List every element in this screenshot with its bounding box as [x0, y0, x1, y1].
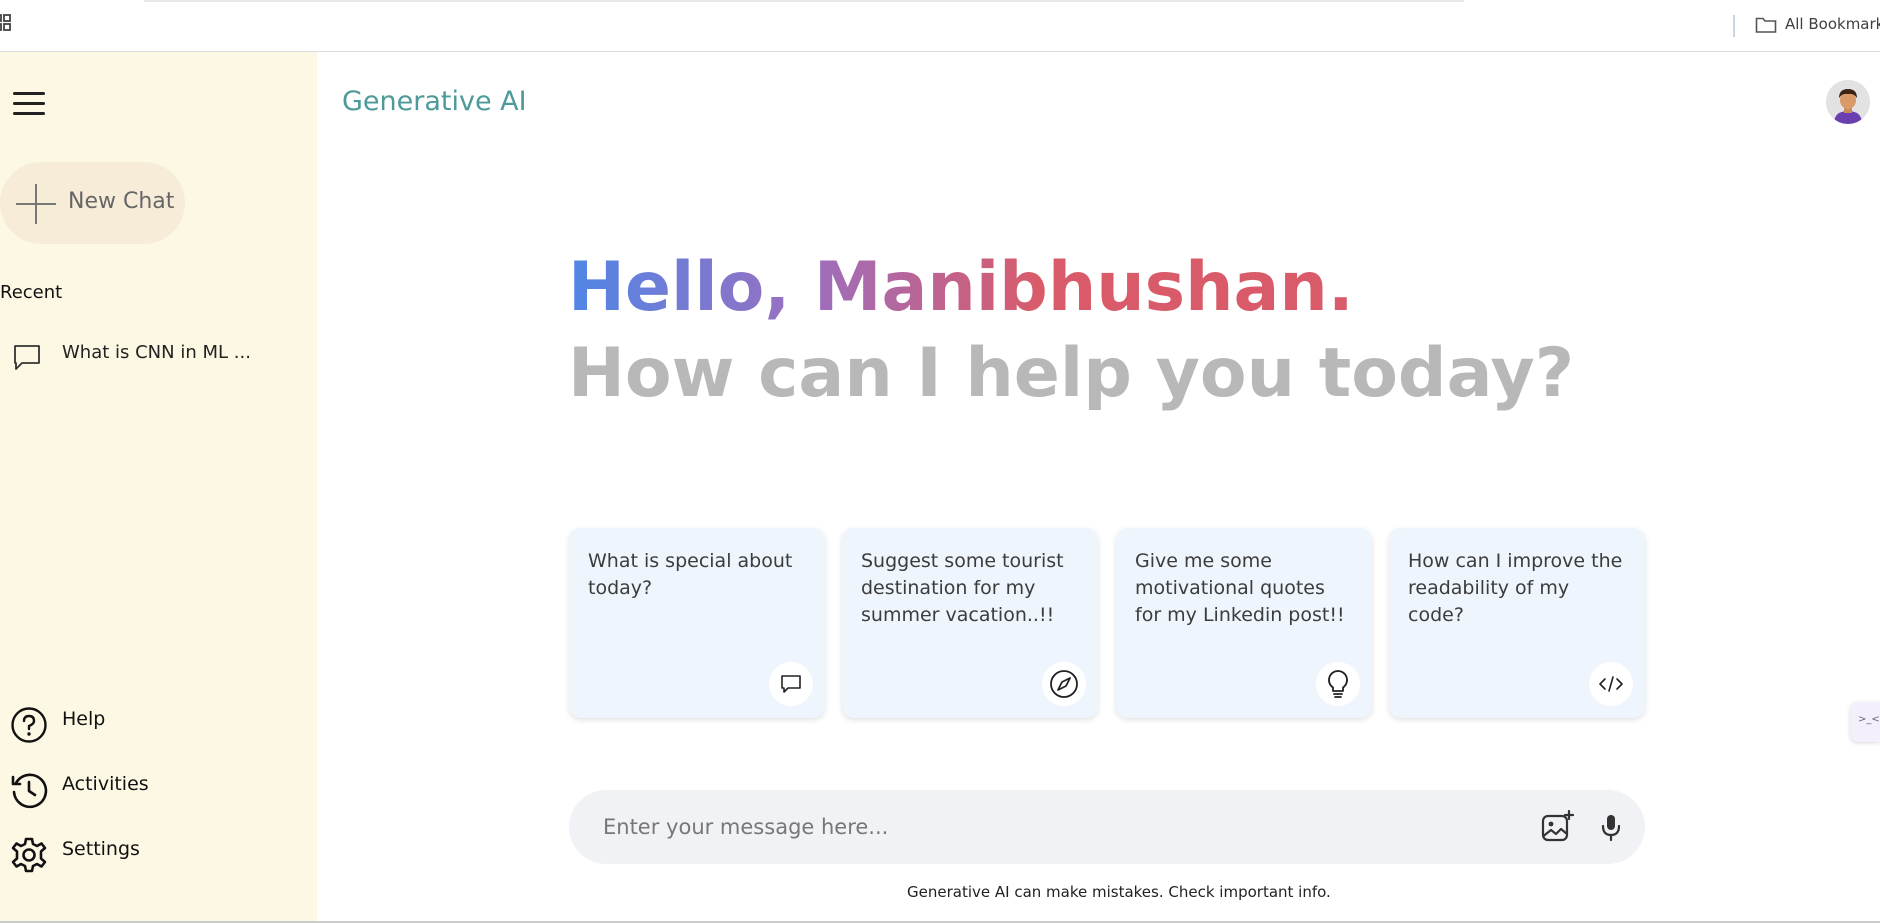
apps-grid-icon[interactable] [0, 14, 12, 32]
message-input-bar [569, 790, 1645, 864]
new-chat-label: New Chat [68, 189, 175, 214]
card-icon-badge [1589, 662, 1633, 706]
activities-link[interactable]: Activities [10, 771, 270, 815]
user-avatar-icon [1826, 80, 1870, 124]
suggestion-card[interactable]: How can I improve the readability of my … [1389, 528, 1645, 718]
suggestion-card[interactable]: What is special about today? [569, 528, 825, 718]
add-image-icon[interactable] [1539, 809, 1575, 845]
gear-icon [11, 837, 47, 873]
compass-icon [1050, 670, 1078, 698]
suggestion-text: Suggest some tourist destination for my … [861, 550, 1064, 626]
tab-strip-line [144, 0, 1464, 2]
app-title: Generative AI [342, 86, 527, 117]
history-icon [11, 773, 48, 809]
suggestion-text: What is special about today? [588, 550, 793, 599]
recent-chat-item[interactable]: What is CNN in ML ... [12, 340, 302, 380]
help-circle-icon [11, 707, 47, 743]
disclaimer-text: Generative AI can make mistakes. Check i… [907, 883, 1331, 901]
floating-side-widget[interactable]: >_< [1850, 702, 1880, 742]
suggestion-text: Give me some motivational quotes for my … [1135, 550, 1345, 626]
recent-chat-label: What is CNN in ML ... [62, 342, 251, 363]
settings-label: Settings [62, 838, 140, 860]
new-chat-button[interactable]: New Chat [0, 162, 185, 244]
greeting-heading: Hello, Manibhushan. [568, 248, 1354, 327]
card-icon-badge [1042, 662, 1086, 706]
microphone-icon[interactable] [1593, 809, 1629, 845]
greeting-subtitle: How can I help you today? [568, 334, 1575, 413]
user-avatar[interactable] [1826, 80, 1870, 124]
folder-icon[interactable] [1755, 16, 1777, 34]
all-bookmarks-link[interactable]: All Bookmarks [1785, 15, 1880, 33]
suggestion-text: How can I improve the readability of my … [1408, 550, 1623, 626]
plus-icon [16, 184, 56, 224]
code-icon [1599, 676, 1623, 692]
activities-label: Activities [62, 773, 149, 795]
chat-bubble-icon [14, 345, 40, 370]
bookmarks-separator [1733, 15, 1735, 37]
help-label: Help [62, 708, 106, 730]
help-link[interactable]: Help [10, 706, 270, 750]
recent-heading: Recent [0, 282, 63, 303]
suggestion-card[interactable]: Give me some motivational quotes for my … [1116, 528, 1372, 718]
sidebar: New Chat Recent What is CNN in ML ... He… [0, 52, 317, 923]
card-icon-badge [769, 662, 813, 706]
bookmarks-bar: All Bookmarks [0, 0, 1880, 52]
lightbulb-icon [1328, 670, 1348, 698]
hamburger-menu-icon[interactable] [10, 88, 48, 118]
message-input[interactable] [603, 807, 1483, 847]
suggestion-card[interactable]: Suggest some tourist destination for my … [842, 528, 1098, 718]
card-icon-badge [1316, 662, 1360, 706]
settings-link[interactable]: Settings [10, 836, 270, 880]
chat-bubble-icon [781, 675, 801, 693]
